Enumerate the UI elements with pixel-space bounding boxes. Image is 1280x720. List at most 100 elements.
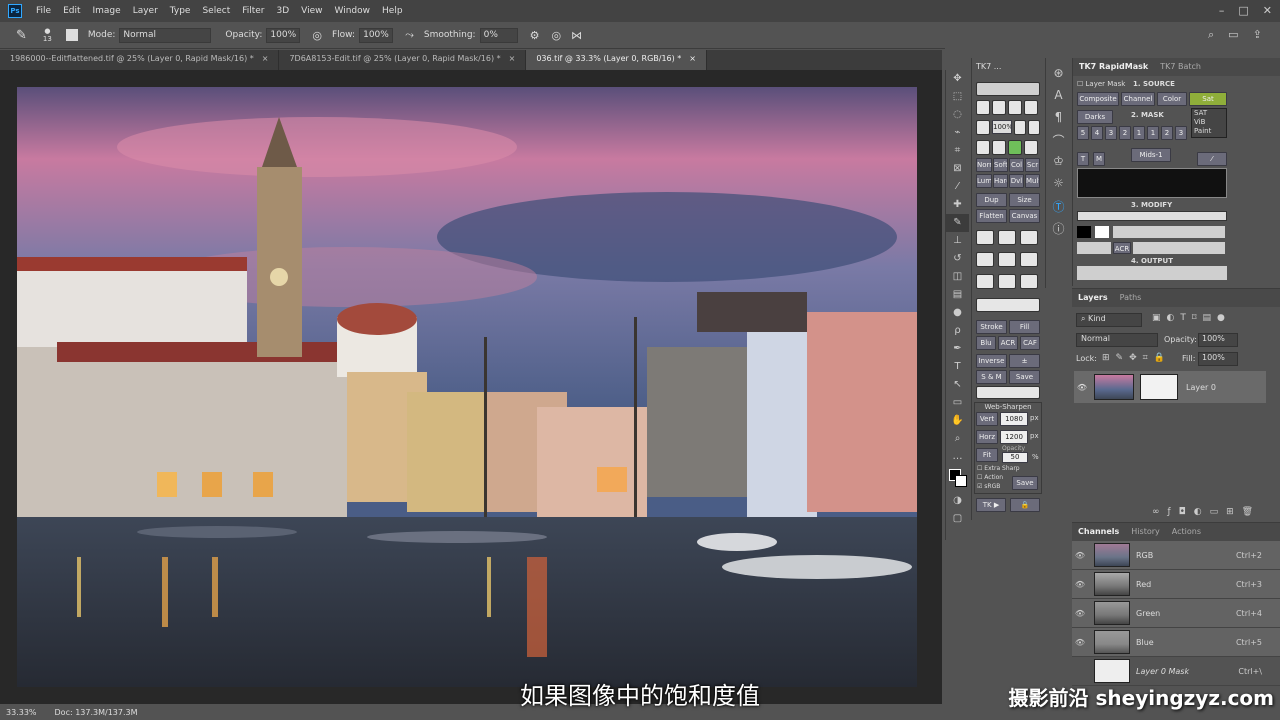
tk7-size-button[interactable]: Size <box>1009 193 1040 207</box>
zone-button[interactable]: 5 <box>1077 126 1089 140</box>
black-swatch[interactable] <box>1077 226 1091 238</box>
pressure-opacity-icon[interactable]: ◎ <box>312 29 322 42</box>
tk7-inverse-button[interactable]: Inverse <box>976 354 1007 368</box>
harbor-photo[interactable] <box>17 87 917 687</box>
tab-actions[interactable]: Actions <box>1172 527 1201 537</box>
eye-icon[interactable]: 👁 <box>1072 580 1088 589</box>
menu-select[interactable]: Select <box>196 6 236 16</box>
modify-icons-row2a[interactable] <box>1077 242 1111 254</box>
tk7-action-icon-8[interactable] <box>998 274 1016 289</box>
tk7-next-icon[interactable] <box>1024 100 1038 115</box>
layer-footer-icons[interactable]: ∞ƒ◘◐▭⊞🗑 <box>1152 507 1261 517</box>
filter-icons[interactable]: ▣◐T⌑▤● <box>1152 313 1231 323</box>
mask-slider-grid[interactable] <box>1077 168 1227 198</box>
history-brush-icon[interactable]: ↺ <box>946 250 969 268</box>
zone-button[interactable]: 1 <box>1133 126 1145 140</box>
tk7-blend-soft[interactable]: Soft <box>993 158 1008 172</box>
symmetry-icon[interactable]: ⋈ <box>571 29 582 42</box>
action-checkbox[interactable]: ☐ Action <box>977 474 1003 481</box>
menu-3d[interactable]: 3D <box>271 6 296 16</box>
tab-history[interactable]: History <box>1131 527 1159 537</box>
tk7-zoom-out-icon[interactable] <box>1028 120 1040 135</box>
pen-tool-icon[interactable]: ✒ <box>946 340 969 358</box>
more-tools-icon[interactable]: … <box>946 448 969 466</box>
airbrush-icon[interactable]: ⤳ <box>405 28 414 42</box>
eraser-icon[interactable]: ◫ <box>946 268 969 286</box>
menu-image[interactable]: Image <box>87 6 127 16</box>
healing-brush-icon[interactable]: ✚ <box>946 196 969 214</box>
brush-tool-icon[interactable]: ✎ <box>946 214 969 232</box>
tk7-save-button[interactable]: Save <box>1009 370 1040 384</box>
stamp-tool-icon[interactable]: ⊥ <box>946 232 969 250</box>
layer-kind-filter[interactable]: ⌕ Kind <box>1076 313 1142 327</box>
tk7-blend-norm[interactable]: Norm <box>976 158 992 172</box>
tk7-action-icon-6[interactable] <box>1020 252 1038 267</box>
photoshop-logo-icon[interactable]: Ps <box>8 4 22 18</box>
tk7-brush-grey-icon[interactable] <box>992 140 1006 155</box>
modify-icons-row2b[interactable] <box>1133 242 1225 254</box>
eyedropper-button[interactable]: ⁄ <box>1197 152 1227 166</box>
eye-icon[interactable]: 👁 <box>1074 383 1090 392</box>
brush-tool-icon[interactable]: ✎ <box>16 28 27 43</box>
tk7-brush-green-icon[interactable] <box>1008 140 1022 155</box>
tk7-vert-button[interactable]: Vert <box>976 412 998 426</box>
tk7-opacity-input[interactable]: 50 <box>1002 452 1028 463</box>
close-icon[interactable]: × <box>689 54 696 66</box>
tk7-action-icon-4[interactable] <box>976 252 994 267</box>
tk7-select-button[interactable]: ± Select <box>1009 354 1040 368</box>
tk7-open-icon[interactable] <box>976 100 990 115</box>
character-icon[interactable]: A <box>1046 88 1071 110</box>
tk7-blend-hard[interactable]: Hard <box>993 174 1008 188</box>
eye-icon[interactable]: 👁 <box>1072 638 1088 647</box>
tk-menu-button[interactable]: TK ▶ <box>976 498 1006 512</box>
tk7-doc-icon[interactable] <box>992 100 1006 115</box>
tk7-blu-button[interactable]: Blu <box>976 336 996 350</box>
tab-channels[interactable]: Channels <box>1078 527 1119 537</box>
tk7-blend-mult[interactable]: Mult <box>1025 174 1040 188</box>
close-icon[interactable]: ✕ <box>1263 4 1272 17</box>
tk7-action-icon-1[interactable] <box>976 230 994 245</box>
tk7-caf-button[interactable]: CAF <box>1020 336 1040 350</box>
color-button[interactable]: Color <box>1157 92 1187 106</box>
zone-button[interactable]: 2 <box>1119 126 1131 140</box>
maximize-icon[interactable]: □ <box>1238 4 1248 17</box>
zone-button[interactable]: 3 <box>1105 126 1117 140</box>
channel-row-red[interactable]: 👁 Red Ctrl+3 <box>1072 570 1280 599</box>
opacity-input[interactable]: 100% <box>266 27 301 43</box>
tab-layers[interactable]: Layers <box>1078 293 1108 303</box>
channel-row-blue[interactable]: 👁 Blue Ctrl+5 <box>1072 628 1280 657</box>
layer-mask-thumbnail[interactable] <box>1140 374 1178 400</box>
blend-mode-select[interactable]: Normal <box>1076 333 1158 347</box>
eye-icon[interactable]: 👁 <box>1072 609 1088 618</box>
tk7-brush-black-icon[interactable] <box>976 140 990 155</box>
tab-document-3[interactable]: 036.tif @ 33.3% (Layer 0, RGB/16) * × <box>526 50 707 70</box>
tk7-flatten-button[interactable]: Flatten <box>976 209 1007 223</box>
brush-preset-picker[interactable]: ● 13 <box>43 27 52 43</box>
tk7-fill-button[interactable]: Fill <box>1009 320 1040 334</box>
output-icon-row[interactable] <box>1077 266 1227 280</box>
search-icon[interactable]: ⌕ <box>1208 28 1214 42</box>
tk7-action-icon-5[interactable] <box>998 252 1016 267</box>
frame-tool-icon[interactable]: ⊠ <box>946 160 969 178</box>
minimize-icon[interactable]: – <box>1219 4 1225 17</box>
zone-button[interactable]: 4 <box>1091 126 1103 140</box>
tk7-acr-button[interactable]: ACR <box>998 336 1018 350</box>
rectangle-tool-icon[interactable]: ▭ <box>946 394 969 412</box>
tk7-prev-icon[interactable] <box>1008 100 1022 115</box>
brush-panel-icon[interactable] <box>65 29 78 41</box>
adjustments-icon[interactable]: ☼ <box>1046 176 1071 198</box>
channel-row-green[interactable]: 👁 Green Ctrl+4 <box>1072 599 1280 628</box>
tk7-fit-button[interactable]: Fit <box>976 448 998 462</box>
tab-paths[interactable]: Paths <box>1120 293 1142 303</box>
close-icon[interactable]: × <box>509 54 516 66</box>
extra-sharp-checkbox[interactable]: ☐ Extra Sharp <box>977 465 1020 472</box>
tk7-blend-col[interactable]: Col <box>1009 158 1024 172</box>
tk7-vert-input[interactable]: 1080 <box>1000 412 1028 426</box>
tk7-blend-lum[interactable]: Lum <box>976 174 992 188</box>
lock-icons[interactable]: ⊞✎✥⌗🔒 <box>1102 353 1171 363</box>
channel-row-rgb[interactable]: 👁 RGB Ctrl+2 <box>1072 541 1280 570</box>
darks-button[interactable]: Darks <box>1077 110 1113 124</box>
zone-button[interactable]: 3 <box>1175 126 1187 140</box>
info-icon[interactable]: ⓘ <box>1046 220 1071 242</box>
layer-row-layer-0[interactable]: 👁 Layer 0 <box>1074 371 1266 403</box>
